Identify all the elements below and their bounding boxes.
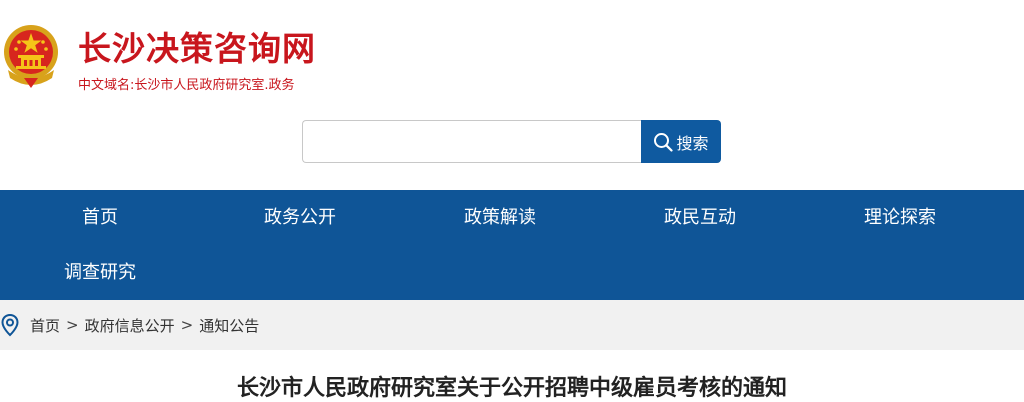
nav-item-government-affairs[interactable]: 政务公开: [200, 190, 400, 245]
breadcrumb-separator: >: [180, 316, 194, 334]
search-icon: [654, 132, 674, 152]
breadcrumb-separator: >: [66, 316, 79, 334]
nav-item-theory-exploration[interactable]: 理论探索: [800, 190, 1000, 245]
breadcrumb-home[interactable]: 首页: [30, 315, 60, 336]
article-title: 长沙市人民政府研究室关于公开招聘中级雇员考核的通知: [236, 376, 787, 401]
nav-item-investigation-research[interactable]: 调查研究: [0, 245, 200, 300]
breadcrumb: 首页 > 政府信息公开 > 通知公告: [0, 300, 1024, 350]
site-domain: 中文域名:长沙市人民政府研究室.政务: [78, 78, 295, 93]
search-button[interactable]: 搜索: [641, 120, 721, 163]
main-nav: 首页 政务公开 政策解读 政民互动 理论探索 调查研究: [0, 190, 1024, 300]
site-header: 长沙决策咨询网 中文域名:长沙市人民政府研究室.政务 搜索: [0, 0, 1024, 190]
nav-item-policy-interpretation[interactable]: 政策解读: [400, 190, 600, 245]
nav-item-home[interactable]: 首页: [0, 190, 200, 245]
breadcrumb-government-info[interactable]: 政府信息公开: [85, 315, 175, 336]
site-title: 长沙决策咨询网: [78, 29, 316, 68]
search-button-label: 搜索: [676, 133, 709, 153]
location-pin-icon: [1, 313, 19, 337]
search-input[interactable]: [302, 120, 641, 163]
breadcrumb-notices[interactable]: 通知公告: [199, 315, 259, 336]
national-emblem-icon: [4, 25, 58, 88]
search-box: 搜索: [302, 120, 721, 163]
nav-item-public-interaction[interactable]: 政民互动: [600, 190, 800, 245]
